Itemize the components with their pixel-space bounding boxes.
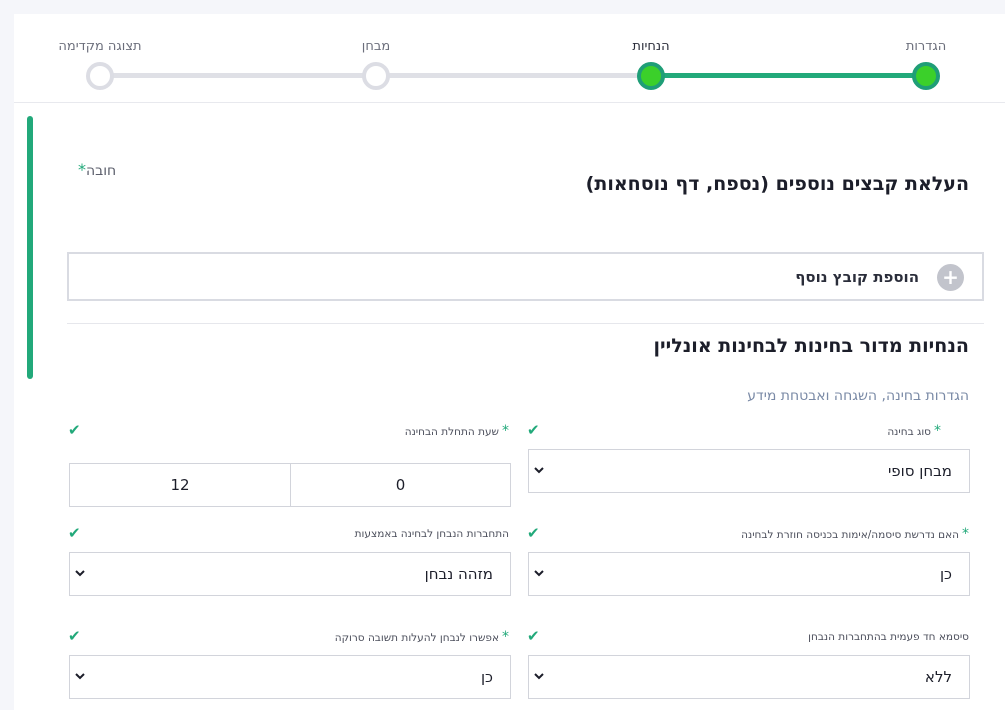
section-divider xyxy=(67,323,984,324)
guidelines-section-subtitle: הגדרות בחינה, השגחה ואבטחת מידע xyxy=(747,388,969,404)
password-reentry-value: כן xyxy=(939,565,952,583)
chevron-down-icon xyxy=(534,467,544,474)
step-dot-exam[interactable] xyxy=(362,62,390,90)
step-dot-preview[interactable] xyxy=(86,62,114,90)
one-time-password-label: סיסמא חד פעמית בהתחברות הנבחן xyxy=(808,631,969,643)
exam-type-value: מבחן סופי xyxy=(887,462,952,480)
check-icon: ✔ xyxy=(527,627,540,645)
exam-type-label-text: סוג בחינה xyxy=(887,426,931,438)
exam-start-time-label: *שעת התחלת הבחינה xyxy=(405,423,509,439)
exam-start-hours-input[interactable]: 12 xyxy=(69,463,291,507)
allow-scanned-answer-label-text: אפשרו לנבחן להעלות תשובה סרוקה xyxy=(334,632,499,644)
one-time-password-select[interactable]: ללא xyxy=(528,655,970,699)
add-file-label: הוספת קובץ נוסף xyxy=(795,268,919,286)
allow-scanned-answer-value: כן xyxy=(480,668,493,686)
required-star-icon: * xyxy=(934,423,941,439)
step-label-exam[interactable]: מבחן xyxy=(362,39,390,54)
required-star-icon: * xyxy=(78,160,86,179)
step-label-preview[interactable]: תצוגה מקדימה xyxy=(58,39,141,54)
chevron-down-icon xyxy=(534,673,544,680)
examinee-login-method-select[interactable]: מזהה נבחן xyxy=(69,552,511,596)
section-accent-bar xyxy=(27,116,33,379)
exam-start-time-label-text: שעת התחלת הבחינה xyxy=(404,426,499,438)
page-canvas: הגדרות הנחיות מבחן תצוגה מקדימה חובה* הע… xyxy=(14,14,1005,710)
chevron-down-icon xyxy=(75,673,85,680)
examinee-login-method-label: התחברות הנבחן לבחינה באמצעות xyxy=(354,528,509,540)
required-star-icon: * xyxy=(962,526,969,542)
check-icon: ✔ xyxy=(527,524,540,542)
stepper-progress xyxy=(651,73,926,78)
chevron-down-icon xyxy=(534,570,544,577)
required-star-icon: * xyxy=(502,629,509,645)
password-reentry-label-text: האם נדרשת סיסמה/אימות בכניסה חוזרת לבחינ… xyxy=(741,529,959,541)
upload-section-title: העלאת קבצים נוספים (נספח, דף נוסחאות) xyxy=(585,173,969,195)
guidelines-section-title: הנחיות מדור בחינות לבחינות אונליין xyxy=(653,335,969,357)
allow-scanned-answer-select[interactable]: כן xyxy=(69,655,511,699)
password-reentry-label: *האם נדרשת סיסמה/אימות בכניסה חוזרת לבחי… xyxy=(741,526,969,542)
required-note-text: חובה xyxy=(86,163,117,179)
required-star-icon: * xyxy=(502,423,509,439)
step-dot-settings[interactable] xyxy=(912,62,940,90)
exam-type-select[interactable]: מבחן סופי xyxy=(528,449,970,493)
password-reentry-select[interactable]: כן xyxy=(528,552,970,596)
upload-files-box: + הוספת קובץ נוסף xyxy=(67,252,984,301)
check-icon: ✔ xyxy=(527,421,540,439)
required-note: חובה* xyxy=(74,160,116,179)
step-dot-guidelines[interactable] xyxy=(637,62,665,90)
chevron-down-icon xyxy=(75,570,85,577)
allow-scanned-answer-label: *אפשרו לנבחן להעלות תשובה סרוקה xyxy=(335,629,509,645)
plus-icon: + xyxy=(937,263,964,291)
check-icon: ✔ xyxy=(68,627,81,645)
check-icon: ✔ xyxy=(68,524,81,542)
check-icon: ✔ xyxy=(68,421,81,439)
exam-type-label: *סוג בחינה xyxy=(887,423,941,439)
exam-start-minutes-input[interactable]: 0 xyxy=(290,463,511,507)
add-file-button[interactable]: + הוספת קובץ נוסף xyxy=(795,263,964,291)
wizard-stepper: הגדרות הנחיות מבחן תצוגה מקדימה xyxy=(14,14,1005,103)
one-time-password-value: ללא xyxy=(924,668,952,686)
step-label-guidelines[interactable]: הנחיות xyxy=(632,39,669,54)
examinee-login-method-value: מזהה נבחן xyxy=(424,565,493,583)
step-label-settings[interactable]: הגדרות xyxy=(906,39,946,54)
